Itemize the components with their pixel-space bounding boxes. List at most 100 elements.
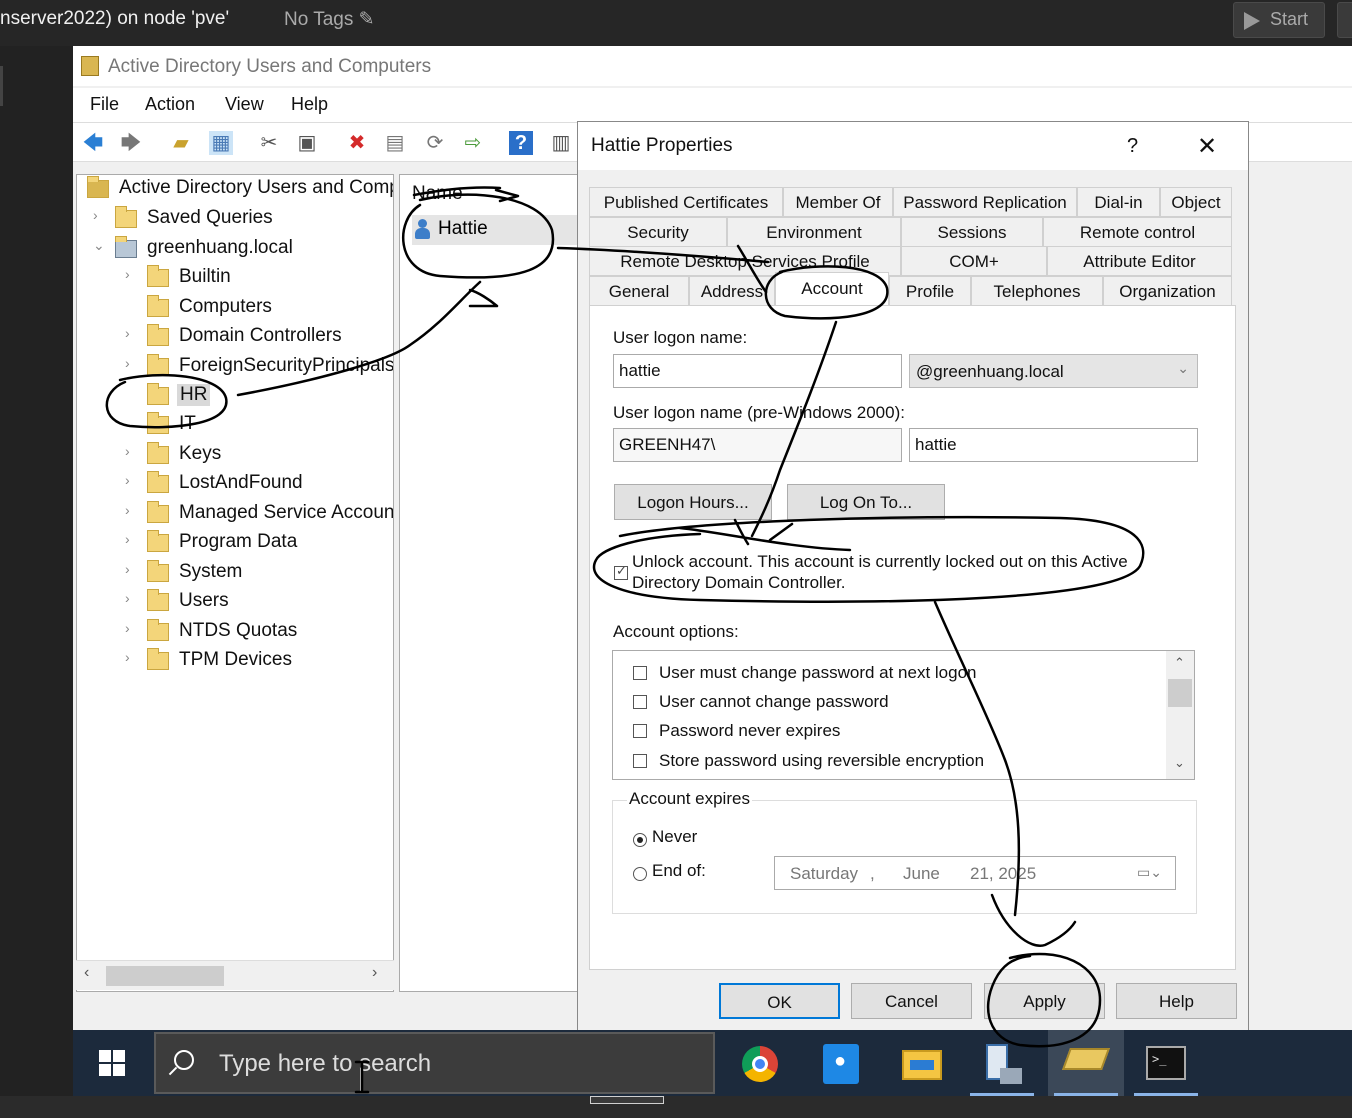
up-folder-icon[interactable]: ▰: [169, 131, 193, 155]
tree-item-label: ForeignSecurityPrincipals: [179, 355, 394, 376]
tab-com-plus[interactable]: COM+: [901, 246, 1047, 276]
host-side-strip: [0, 46, 73, 1096]
tab-security[interactable]: Security: [589, 217, 727, 247]
tab-password-replication[interactable]: Password Replication: [893, 187, 1077, 217]
tab-object[interactable]: Object: [1160, 187, 1232, 217]
tags-label[interactable]: No Tags ✎: [284, 8, 375, 31]
tab-organization[interactable]: Organization: [1103, 276, 1232, 306]
column-header-name[interactable]: Name: [412, 183, 463, 205]
tab-dial-in[interactable]: Dial-in: [1077, 187, 1160, 217]
menu-action[interactable]: Action: [145, 94, 195, 115]
logon-hours-button[interactable]: Logon Hours...: [614, 484, 772, 520]
unlock-account-label[interactable]: Unlock account. This account is currentl…: [632, 552, 1128, 572]
start-button[interactable]: Start: [1233, 2, 1325, 38]
scrollbar-thumb[interactable]: [106, 966, 224, 986]
checkbox[interactable]: [633, 695, 647, 709]
console-icon[interactable]: ▥: [549, 131, 573, 155]
chevron-right-icon[interactable]: ›: [125, 325, 139, 341]
tab-profile[interactable]: Profile: [889, 276, 971, 306]
chevron-right-icon[interactable]: ›: [125, 355, 139, 371]
server-manager-icon[interactable]: [970, 1042, 1034, 1096]
chevron-right-icon[interactable]: ›: [125, 590, 139, 606]
chevron-right-icon[interactable]: ›: [125, 561, 139, 577]
chevron-right-icon[interactable]: ›: [125, 472, 139, 488]
tree-item-label: Domain Controllers: [179, 325, 342, 346]
delete-icon[interactable]: ✖: [345, 131, 369, 155]
chrome-icon[interactable]: [738, 1042, 782, 1086]
chevron-right-icon[interactable]: ›: [125, 443, 139, 459]
tab-general[interactable]: General: [589, 276, 689, 306]
context-help-button[interactable]: ?: [1127, 135, 1138, 158]
console-toggle-handle[interactable]: [590, 1096, 664, 1104]
menu-file[interactable]: File: [90, 94, 119, 115]
terminal-icon[interactable]: >_: [1134, 1042, 1198, 1096]
ok-button[interactable]: OK: [719, 983, 840, 1019]
scrollbar-thumb[interactable]: [1168, 679, 1192, 707]
end-of-radio[interactable]: [633, 867, 647, 881]
tab-address[interactable]: Address: [689, 276, 775, 306]
upn-suffix-select[interactable]: @greenhuang.local ⌄: [909, 354, 1198, 388]
properties-icon[interactable]: ▤: [383, 131, 407, 155]
end-of-label[interactable]: End of:: [652, 861, 706, 881]
back-arrow-icon[interactable]: 🡄: [81, 131, 105, 155]
windows-start-icon[interactable]: [99, 1050, 125, 1076]
chevron-down-icon[interactable]: ⌄: [1174, 755, 1185, 771]
tab-member-of[interactable]: Member Of: [783, 187, 893, 217]
tab-row-3: Remote Desktop Services Profile COM+ Att…: [589, 246, 1236, 276]
options-scrollbar[interactable]: ⌃ ⌄: [1166, 651, 1194, 779]
scroll-right-icon[interactable]: ›: [372, 964, 377, 982]
unlock-account-checkbox[interactable]: ✓: [614, 563, 628, 580]
logon-name-input[interactable]: hattie: [613, 354, 902, 388]
scroll-left-icon[interactable]: ‹: [84, 964, 89, 982]
chevron-right-icon[interactable]: ›: [125, 531, 139, 547]
taskbar-search-box[interactable]: Type here to search: [154, 1032, 715, 1094]
window-title: Active Directory Users and Computers: [108, 56, 432, 77]
more-button[interactable]: [1337, 2, 1352, 38]
chevron-right-icon[interactable]: ›: [125, 502, 139, 518]
forward-arrow-icon[interactable]: 🡆: [119, 131, 143, 155]
checkbox[interactable]: [633, 666, 647, 680]
help-icon[interactable]: ?: [509, 131, 533, 155]
tab-telephones[interactable]: Telephones: [971, 276, 1103, 306]
apply-button[interactable]: Apply: [984, 983, 1105, 1019]
clipboard-icon[interactable]: ▣: [295, 131, 319, 155]
menu-view[interactable]: View: [225, 94, 264, 115]
server-base: [1000, 1068, 1022, 1084]
file-explorer-icon[interactable]: [900, 1042, 944, 1086]
checkbox[interactable]: [633, 724, 647, 738]
never-radio[interactable]: [633, 833, 647, 847]
pre2000-username-input[interactable]: hattie: [909, 428, 1198, 462]
tab-remote-control[interactable]: Remote control: [1043, 217, 1232, 247]
list-item[interactable]: Hattie: [412, 215, 578, 245]
cut-icon[interactable]: ✂: [257, 131, 281, 155]
tab-account[interactable]: Account: [775, 272, 889, 306]
never-label[interactable]: Never: [652, 827, 697, 847]
chevron-right-icon[interactable]: ›: [125, 649, 139, 665]
tab-environment[interactable]: Environment: [727, 217, 901, 247]
log-on-to-button[interactable]: Log On To...: [787, 484, 945, 520]
expiry-date-picker[interactable]: Saturday , June 21, 2025 ▭⌄: [774, 856, 1176, 890]
close-icon[interactable]: ✕: [1197, 132, 1217, 161]
date-value: 21, 2025: [970, 864, 1037, 883]
checkbox[interactable]: [633, 754, 647, 768]
help-button[interactable]: Help: [1116, 983, 1237, 1019]
tab-attribute-editor[interactable]: Attribute Editor: [1047, 246, 1232, 276]
chevron-right-icon[interactable]: ›: [93, 207, 107, 223]
tab-published-certificates[interactable]: Published Certificates: [589, 187, 783, 217]
calendar-dropdown-icon[interactable]: ▭⌄: [1137, 864, 1162, 881]
contacts-icon[interactable]: ●: [819, 1042, 863, 1086]
refresh-icon[interactable]: ⟳: [423, 131, 447, 155]
tab-sessions[interactable]: Sessions: [901, 217, 1043, 247]
chevron-right-icon[interactable]: ›: [125, 266, 139, 282]
cancel-button[interactable]: Cancel: [851, 983, 972, 1019]
chevron-up-icon[interactable]: ⌃: [1174, 655, 1185, 671]
export-icon[interactable]: ⇨: [461, 131, 485, 155]
chevron-down-icon[interactable]: ⌄: [1177, 360, 1189, 377]
chevron-down-icon[interactable]: ⌄: [93, 237, 107, 254]
show-tree-icon[interactable]: ▦: [209, 131, 233, 155]
tree-horizontal-scrollbar[interactable]: ‹ ›: [76, 960, 394, 990]
chevron-right-icon[interactable]: ›: [125, 620, 139, 636]
menu-help[interactable]: Help: [291, 94, 328, 115]
ad-users-taskbar-icon[interactable]: [1048, 1030, 1124, 1096]
pencil-icon[interactable]: ✎: [359, 9, 375, 30]
